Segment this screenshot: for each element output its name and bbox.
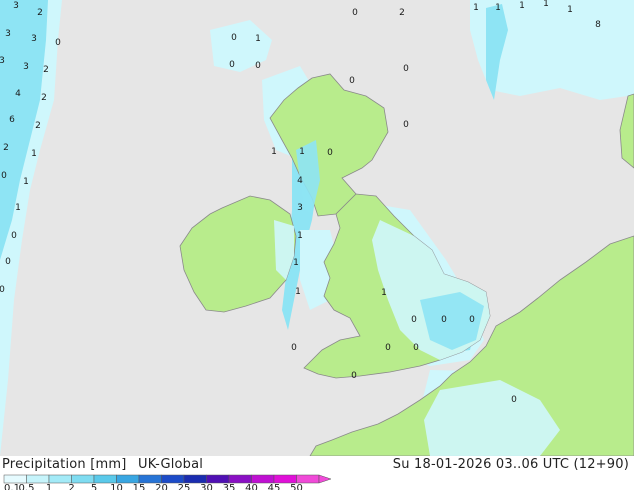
legend-tick-label: 1 — [45, 483, 53, 490]
legend-tick-label: 0.5 — [18, 483, 35, 490]
legend-tick-label: 15 — [132, 483, 146, 490]
precip-value-label: 1 — [299, 147, 305, 157]
precip-value-label: 1 — [473, 3, 479, 13]
precip-value-label: 0 — [255, 61, 261, 71]
precip-value-label: 2 — [35, 121, 41, 131]
precip-title: Precipitation [mm] — [2, 457, 127, 472]
precip-value-label: 1 — [297, 231, 303, 241]
precip-value-label: 0 — [441, 315, 447, 325]
precip-value-label: 2 — [399, 8, 405, 18]
legend-tick-label: 5 — [90, 483, 98, 490]
legend-tick-label: 35 — [222, 483, 236, 490]
precip-value-label: 0 — [229, 60, 235, 70]
precip-value-label: 0 — [351, 371, 357, 381]
precip-value-label: 0 — [352, 8, 358, 18]
legend-swatch — [296, 474, 320, 484]
legend-swatch — [206, 474, 230, 484]
precip-value-label: 3 — [23, 62, 29, 72]
legend-tick-label: 2 — [68, 483, 75, 490]
precip-value-label: 0 — [411, 315, 417, 325]
precip-value-label: 0 — [291, 343, 297, 353]
precip-value-label: 3 — [31, 34, 37, 44]
precip-value-label: 0 — [403, 64, 409, 74]
precip-value-label: 0 — [0, 285, 5, 295]
precip-value-label: 1 — [381, 288, 387, 298]
model-name: UK-Global — [138, 457, 204, 472]
precip-value-label: 0 — [403, 120, 409, 130]
precip-value-label: 1 — [255, 34, 261, 44]
legend-tick-label: 30 — [200, 483, 213, 490]
precip-value-label: 6 — [9, 115, 15, 125]
precip-value-label: 3 — [0, 56, 5, 66]
legend-swatch — [161, 474, 185, 484]
precip-value-label: 8 — [595, 20, 601, 30]
precip-value-label: 0 — [511, 395, 517, 405]
legend-swatch — [138, 474, 162, 484]
legend-tick-label: 20 — [155, 483, 168, 490]
precipitation-map-view: 3233332426221110000021111100184311000001… — [0, 0, 634, 490]
legend-tick-label: 25 — [177, 483, 191, 490]
precip-value-label: 1 — [15, 203, 21, 213]
legend-swatch — [251, 474, 275, 484]
legend-tick-label: 40 — [245, 483, 258, 490]
legend-swatch — [3, 474, 27, 484]
precip-value-label: 0 — [385, 343, 391, 353]
legend-swatch — [116, 474, 140, 484]
legend-swatch — [273, 474, 297, 484]
precip-value-label: 0 — [469, 315, 475, 325]
precip-value-label: 1 — [293, 258, 299, 268]
precip-value-label: 0 — [1, 171, 7, 181]
precip-value-label: 0 — [231, 33, 237, 43]
precip-value-label: 3 — [13, 1, 19, 11]
precip-value-label: 0 — [5, 257, 11, 267]
precip-value-label: 0 — [349, 76, 355, 86]
precipitation-map: 3 2 3 3 3 3 2 4 2 6 2 2 1 1 1 0 0 0 0 0 2 1 1 1 1 1 0 0 1 8 4 3 1 1 0 0 0 0 0 1… — [0, 0, 634, 456]
legend-tick-label: 50 — [290, 483, 303, 490]
precip-value-label: 1 — [31, 149, 37, 159]
precip-value-label: 4 — [297, 176, 303, 186]
precip-value-label: 1 — [519, 1, 525, 11]
legend-swatch — [228, 474, 252, 484]
precip-value-label: 3 — [297, 203, 303, 213]
precip-value-label: 3 — [5, 29, 11, 39]
precip-value-label: 1 — [295, 287, 301, 297]
precip-value-label: 1 — [567, 5, 573, 15]
precip-value-label: 1 — [23, 177, 29, 187]
legend-tick-label: 45 — [267, 483, 281, 490]
legend-swatch — [71, 474, 95, 484]
precip-value-label: 1 — [271, 147, 277, 157]
legend-swatch — [183, 474, 207, 484]
precip-value-label: 2 — [3, 143, 9, 153]
precip-value-label: 0 — [413, 343, 419, 353]
legend-swatch — [93, 474, 117, 484]
precip-value-label: 2 — [37, 8, 43, 18]
precip-value-label: 1 — [543, 0, 549, 9]
precip-value-label: 1 — [495, 3, 501, 13]
precip-value-label: 0 — [55, 38, 61, 48]
precip-value-label: 2 — [43, 65, 49, 75]
precip-value-label: 4 — [15, 89, 21, 99]
legend-swatch — [26, 474, 50, 484]
precip-value-label: 0 — [327, 148, 333, 158]
valid-time: Su 18-01-2026 03..06 UTC (12+90) — [392, 457, 629, 472]
precip-value-label: 2 — [41, 93, 47, 103]
legend-tick-label: 10 — [110, 483, 123, 490]
legend-overflow-arrow — [318, 474, 332, 484]
legend-swatch — [48, 474, 72, 484]
precip-value-label: 0 — [11, 231, 17, 241]
